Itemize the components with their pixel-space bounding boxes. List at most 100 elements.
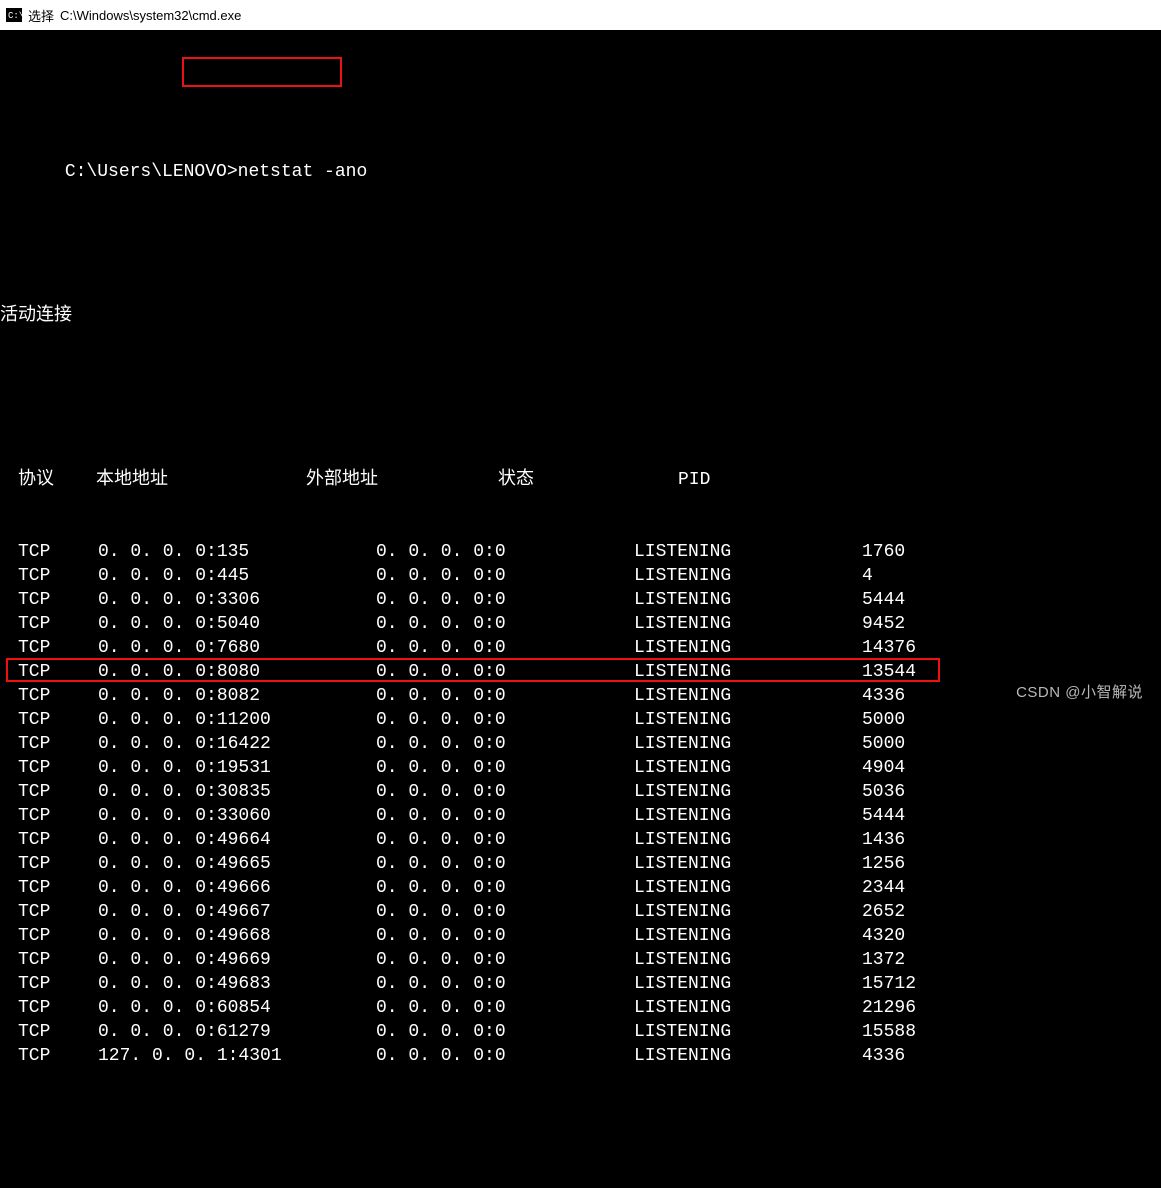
cell-proto: TCP (18, 588, 98, 612)
cell-state: LISTENING (634, 540, 862, 564)
table-row: TCP0. 0. 0. 0:33060. 0. 0. 0:0LISTENING5… (18, 588, 1161, 612)
header-pid: PID (678, 468, 798, 492)
cell-foreign-address: 0. 0. 0. 0:0 (376, 876, 634, 900)
cmd-icon: C:\ (6, 8, 22, 22)
cell-foreign-address: 0. 0. 0. 0:0 (376, 1044, 634, 1068)
cell-state: LISTENING (634, 948, 862, 972)
prompt-path: C:\Users\LENOVO> (65, 162, 238, 182)
cell-pid: 2344 (862, 876, 982, 900)
cell-proto: TCP (18, 540, 98, 564)
cell-local-address: 0. 0. 0. 0:5040 (98, 612, 376, 636)
cell-pid: 5444 (862, 588, 982, 612)
cell-proto: TCP (18, 1020, 98, 1044)
cell-local-address: 0. 0. 0. 0:49666 (98, 876, 376, 900)
cell-local-address: 0. 0. 0. 0:49667 (98, 900, 376, 924)
cell-foreign-address: 0. 0. 0. 0:0 (376, 684, 634, 708)
table-row: TCP0. 0. 0. 0:80800. 0. 0. 0:0LISTENING1… (18, 660, 1161, 684)
table-row: TCP0. 0. 0. 0:1350. 0. 0. 0:0LISTENING17… (18, 540, 1161, 564)
cell-state: LISTENING (634, 756, 862, 780)
cell-foreign-address: 0. 0. 0. 0:0 (376, 780, 634, 804)
cell-state: LISTENING (634, 1020, 862, 1044)
cell-foreign-address: 0. 0. 0. 0:0 (376, 828, 634, 852)
cell-foreign-address: 0. 0. 0. 0:0 (376, 972, 634, 996)
cell-foreign-address: 0. 0. 0. 0:0 (376, 804, 634, 828)
cell-pid: 21296 (862, 996, 982, 1020)
cell-local-address: 0. 0. 0. 0:3306 (98, 588, 376, 612)
cell-pid: 5444 (862, 804, 982, 828)
cell-proto: TCP (18, 852, 98, 876)
table-row: TCP0. 0. 0. 0:4450. 0. 0. 0:0LISTENING4 (18, 564, 1161, 588)
cell-state: LISTENING (634, 996, 862, 1020)
titlebar-path: C:\Windows\system32\cmd.exe (60, 8, 241, 23)
cell-proto: TCP (18, 708, 98, 732)
cell-proto: TCP (18, 756, 98, 780)
cell-pid: 1760 (862, 540, 982, 564)
cell-proto: TCP (18, 924, 98, 948)
header-proto: 协议 (18, 468, 96, 492)
cell-local-address: 0. 0. 0. 0:11200 (98, 708, 376, 732)
cell-pid: 9452 (862, 612, 982, 636)
table-row: TCP0. 0. 0. 0:612790. 0. 0. 0:0LISTENING… (18, 1020, 1161, 1044)
terminal-area[interactable]: C:\Users\LENOVO>netstat -ano 活动连接 协议 本地地… (0, 30, 1161, 1188)
cell-pid: 4904 (862, 756, 982, 780)
cell-state: LISTENING (634, 684, 862, 708)
cell-local-address: 0. 0. 0. 0:49665 (98, 852, 376, 876)
table-row: TCP0. 0. 0. 0:496660. 0. 0. 0:0LISTENING… (18, 876, 1161, 900)
cell-pid: 4320 (862, 924, 982, 948)
prompt-line: C:\Users\LENOVO>netstat -ano (0, 136, 1161, 208)
cell-proto: TCP (18, 636, 98, 660)
cell-foreign-address: 0. 0. 0. 0:0 (376, 540, 634, 564)
cell-state: LISTENING (634, 804, 862, 828)
table-row: TCP0. 0. 0. 0:608540. 0. 0. 0:0LISTENING… (18, 996, 1161, 1020)
cell-state: LISTENING (634, 1044, 862, 1068)
cell-local-address: 0. 0. 0. 0:61279 (98, 1020, 376, 1044)
cell-proto: TCP (18, 900, 98, 924)
table-row: TCP0. 0. 0. 0:330600. 0. 0. 0:0LISTENING… (18, 804, 1161, 828)
table-header-row: 协议 本地地址 外部地址 状态 PID (18, 468, 1161, 492)
cell-local-address: 0. 0. 0. 0:49668 (98, 924, 376, 948)
header-local: 本地地址 (96, 468, 306, 492)
cell-foreign-address: 0. 0. 0. 0:0 (376, 636, 634, 660)
table-row: TCP0. 0. 0. 0:80820. 0. 0. 0:0LISTENING4… (18, 684, 1161, 708)
cell-foreign-address: 0. 0. 0. 0:0 (376, 660, 634, 684)
cell-pid: 4 (862, 564, 982, 588)
cell-local-address: 0. 0. 0. 0:60854 (98, 996, 376, 1020)
cell-foreign-address: 0. 0. 0. 0:0 (376, 900, 634, 924)
cell-proto: TCP (18, 780, 98, 804)
cell-local-address: 0. 0. 0. 0:8082 (98, 684, 376, 708)
cell-proto: TCP (18, 660, 98, 684)
cell-proto: TCP (18, 996, 98, 1020)
cell-proto: TCP (18, 804, 98, 828)
cell-state: LISTENING (634, 900, 862, 924)
table-row: TCP0. 0. 0. 0:308350. 0. 0. 0:0LISTENING… (18, 780, 1161, 804)
table-row: TCP0. 0. 0. 0:496680. 0. 0. 0:0LISTENING… (18, 924, 1161, 948)
table-row: TCP0. 0. 0. 0:496690. 0. 0. 0:0LISTENING… (18, 948, 1161, 972)
cell-pid: 2652 (862, 900, 982, 924)
table-row: TCP127. 0. 0. 1:43010. 0. 0. 0:0LISTENIN… (18, 1044, 1161, 1068)
cell-state: LISTENING (634, 660, 862, 684)
watermark: CSDN @小智解说 (1016, 681, 1143, 702)
cell-state: LISTENING (634, 588, 862, 612)
cell-proto: TCP (18, 876, 98, 900)
cell-state: LISTENING (634, 972, 862, 996)
cell-foreign-address: 0. 0. 0. 0:0 (376, 924, 634, 948)
table-row: TCP0. 0. 0. 0:496670. 0. 0. 0:0LISTENING… (18, 900, 1161, 924)
cell-local-address: 0. 0. 0. 0:16422 (98, 732, 376, 756)
table-row: TCP0. 0. 0. 0:76800. 0. 0. 0:0LISTENING1… (18, 636, 1161, 660)
cell-state: LISTENING (634, 732, 862, 756)
cell-proto: TCP (18, 948, 98, 972)
cell-state: LISTENING (634, 852, 862, 876)
cell-state: LISTENING (634, 924, 862, 948)
cell-pid: 5000 (862, 732, 982, 756)
titlebar[interactable]: C:\ 选择 C:\Windows\system32\cmd.exe (0, 0, 1161, 30)
header-foreign: 外部地址 (306, 468, 498, 492)
cell-state: LISTENING (634, 876, 862, 900)
cell-foreign-address: 0. 0. 0. 0:0 (376, 948, 634, 972)
netstat-table: 协议 本地地址 外部地址 状态 PID TCP0. 0. 0. 0:1350. … (0, 420, 1161, 1116)
titlebar-prefix: 选择 (28, 6, 54, 25)
cell-pid: 1372 (862, 948, 982, 972)
cell-foreign-address: 0. 0. 0. 0:0 (376, 588, 634, 612)
cell-local-address: 0. 0. 0. 0:445 (98, 564, 376, 588)
cell-pid: 15588 (862, 1020, 982, 1044)
cell-local-address: 0. 0. 0. 0:49664 (98, 828, 376, 852)
